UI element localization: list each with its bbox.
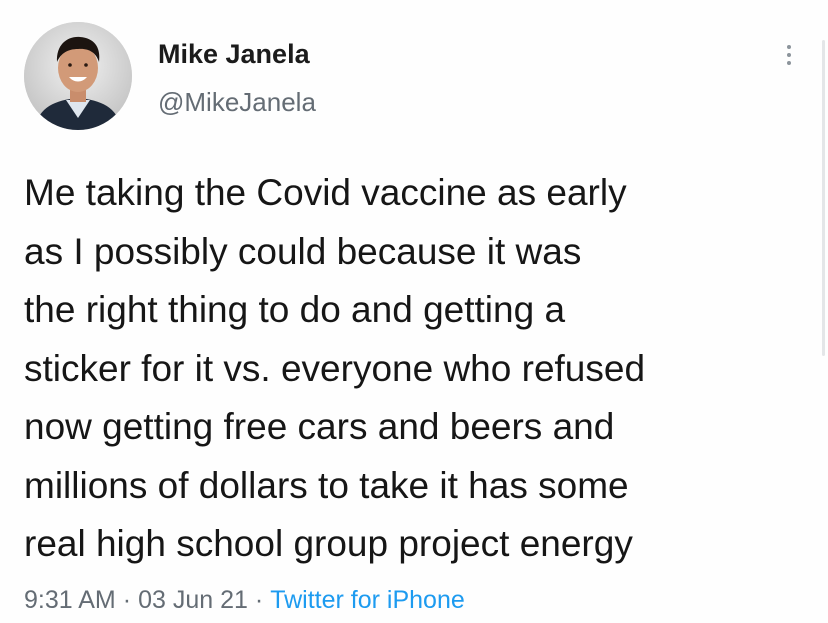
avatar[interactable]	[24, 22, 132, 130]
dot	[787, 61, 791, 65]
tweet-time[interactable]: 9:31 AM	[24, 586, 116, 614]
tweet-source-link[interactable]: Twitter for iPhone	[270, 586, 465, 614]
divider	[822, 40, 825, 356]
tweet-date[interactable]: 03 Jun 21	[138, 586, 248, 614]
separator: ·	[122, 586, 132, 614]
profile-photo	[24, 22, 132, 130]
dot	[787, 53, 791, 57]
tweet-text: Me taking the Covid vaccine as early as …	[24, 172, 646, 564]
separator: ·	[254, 586, 264, 614]
author-name[interactable]: Mike Janela	[158, 38, 310, 70]
tweet-card: Mike Janela @MikeJanela Me taking the Co…	[0, 0, 828, 623]
more-options-icon[interactable]	[778, 38, 800, 72]
author-handle[interactable]: @MikeJanela	[158, 86, 316, 118]
dot	[787, 45, 791, 49]
tweet-metadata: 9:31 AM · 03 Jun 21 · Twitter for iPhone	[24, 584, 465, 616]
